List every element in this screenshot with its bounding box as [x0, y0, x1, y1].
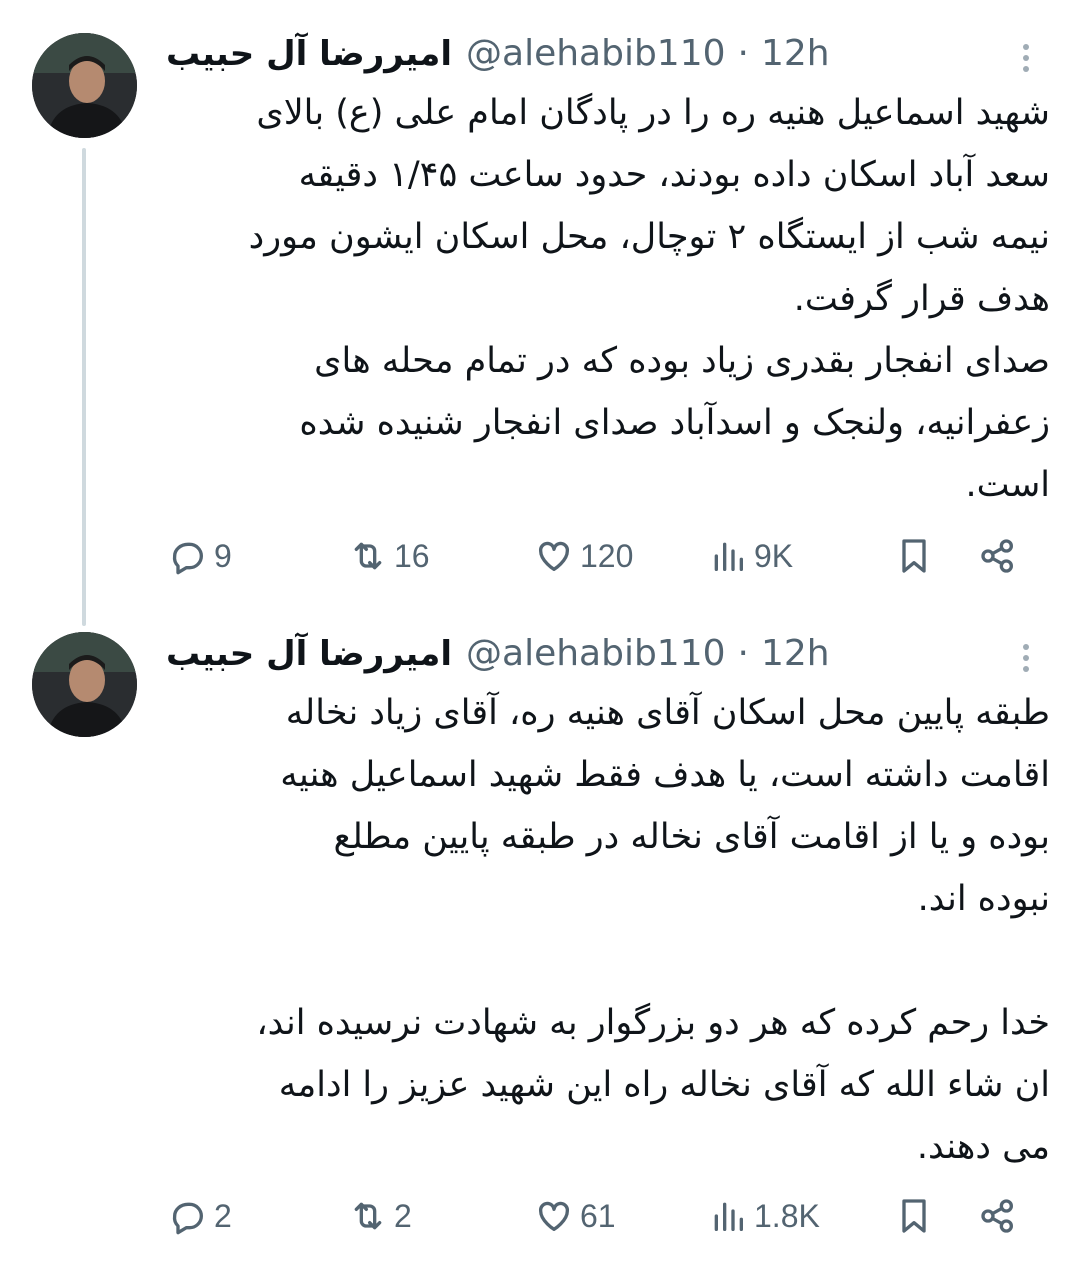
vertical-ellipsis-icon[interactable] [1016, 638, 1036, 678]
retweet-button[interactable]: 2 [348, 1192, 412, 1240]
author-name[interactable]: امیررضا آل حبیب [166, 630, 452, 678]
tweet[interactable]: امیررضا آل حبیب @alehabib110 · 12h شهید … [0, 0, 1080, 610]
tweet-text: طبقه پایین محل اسکان آقای هنیه ره، آقای … [160, 682, 1050, 1178]
tweet-paragraph: صدای انفجار بقدری زیاد بوده که در تمام م… [299, 341, 1050, 505]
avatar[interactable] [32, 632, 137, 737]
tweet-paragraph: خدا رحم کرده که هر دو بزرگوار به شهادت ن… [256, 1003, 1050, 1167]
bookmark-icon [902, 539, 926, 573]
share-button[interactable] [978, 532, 1018, 580]
retweet-arrows-icon [354, 542, 382, 570]
bar-chart-icon [714, 1202, 743, 1231]
reply-button[interactable]: 2 [168, 1192, 232, 1240]
view-count: 1.8K [754, 1197, 820, 1234]
like-button[interactable]: 120 [534, 532, 633, 580]
tweet-paragraph: شهید اسماعیل هنیه ره را در پادگان امام ع… [248, 93, 1050, 319]
bookmark-button[interactable] [894, 532, 934, 580]
retweet-arrows-icon [354, 1202, 382, 1230]
bar-chart-icon [714, 542, 743, 571]
separator-dot: · [737, 633, 749, 674]
tweet-header: امیررضا آل حبیب @alehabib110 · 12h [166, 630, 1000, 680]
tweet[interactable]: امیررضا آل حبیب @alehabib110 · 12h طبقه … [0, 610, 1080, 1265]
reply-count: 2 [214, 1197, 232, 1234]
share-button[interactable] [978, 1192, 1018, 1240]
author-name[interactable]: امیررضا آل حبیب [166, 30, 452, 78]
bookmark-button[interactable] [894, 1192, 934, 1240]
action-bar: 2 2 61 1.8K [168, 1192, 1038, 1240]
author-handle[interactable]: @alehabib110 [466, 630, 726, 678]
tweet-header: امیررضا آل حبیب @alehabib110 · 12h [166, 30, 1000, 80]
share-nodes-icon [981, 539, 1013, 573]
views-button[interactable]: 1.8K [708, 1192, 820, 1240]
heart-icon [538, 541, 570, 571]
speech-bubble-icon [172, 1202, 203, 1235]
tweet-text: شهید اسماعیل هنیه ره را در پادگان امام ع… [160, 82, 1050, 516]
timestamp[interactable]: 12h [761, 30, 830, 78]
like-button[interactable]: 61 [534, 1192, 616, 1240]
avatar[interactable] [32, 33, 137, 138]
like-count: 120 [580, 537, 634, 574]
vertical-ellipsis-icon[interactable] [1016, 38, 1036, 78]
view-count: 9K [754, 537, 794, 574]
timestamp[interactable]: 12h [761, 630, 830, 678]
retweet-count: 16 [394, 537, 430, 574]
retweet-count: 2 [394, 1197, 412, 1234]
views-button[interactable]: 9K [708, 532, 793, 580]
separator-dot: · [737, 33, 749, 74]
tweet-paragraph: طبقه پایین محل اسکان آقای هنیه ره، آقای … [280, 693, 1050, 919]
like-count: 61 [580, 1197, 616, 1234]
speech-bubble-icon [172, 542, 203, 575]
heart-icon [538, 1201, 570, 1231]
share-nodes-icon [981, 1199, 1013, 1233]
author-handle[interactable]: @alehabib110 [466, 30, 726, 78]
action-bar: 9 16 120 9K [168, 532, 1038, 580]
reply-count: 9 [214, 537, 232, 574]
bookmark-icon [902, 1199, 926, 1233]
retweet-button[interactable]: 16 [348, 532, 430, 580]
reply-button[interactable]: 9 [168, 532, 232, 580]
